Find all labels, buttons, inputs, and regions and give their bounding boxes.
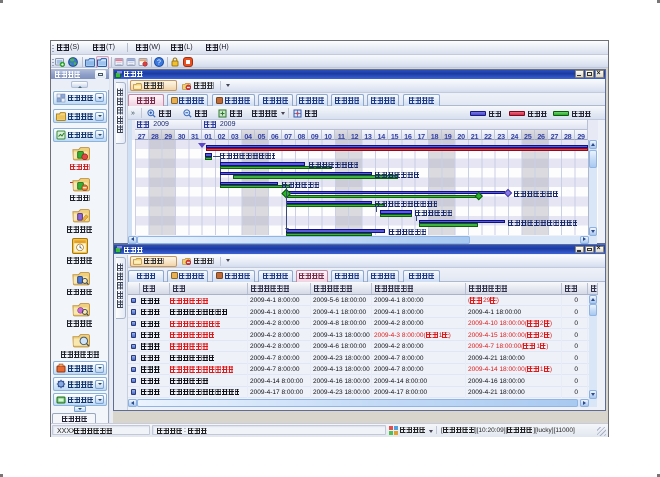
svg-text:?: ? bbox=[157, 60, 161, 67]
